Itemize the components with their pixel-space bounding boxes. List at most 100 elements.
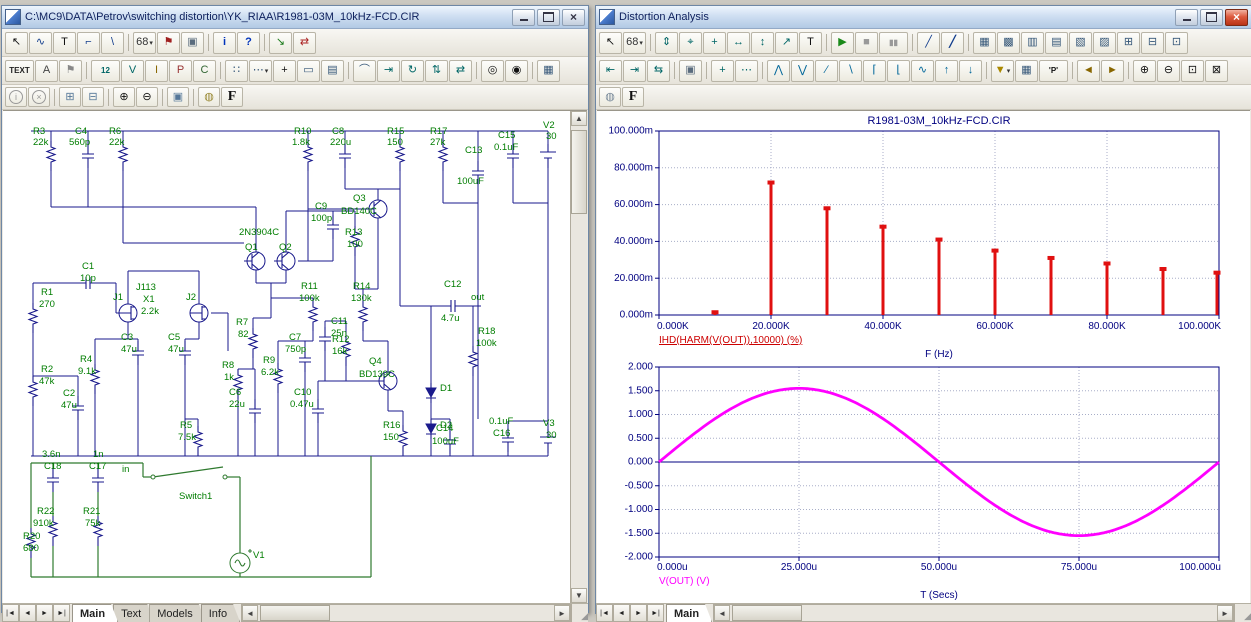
point-tag-icon[interactable]: + (703, 32, 726, 54)
copy-schematic-icon[interactable]: ⊟ (82, 87, 104, 107)
high-icon[interactable]: ⌈ (863, 60, 886, 82)
copy-picture-icon[interactable]: ⊞ (59, 87, 81, 107)
repeat-find-icon[interactable]: ◉ (505, 60, 528, 82)
tab-scroll-last-button[interactable]: ►| (647, 604, 664, 622)
global-high-icon[interactable]: ↑ (935, 60, 958, 82)
scroll-left-icon[interactable]: ◄ (242, 605, 258, 621)
tab-scroll-first-button[interactable]: |◄ (2, 604, 19, 622)
font-icon[interactable]: F (622, 87, 644, 107)
slide-parts-icon[interactable]: ⇥ (377, 60, 400, 82)
slope-up-icon[interactable]: ∕ (815, 60, 838, 82)
flip-vertical-icon[interactable]: ⇅ (425, 60, 448, 82)
tab-scroll-prev-button[interactable]: ◄ (19, 604, 36, 622)
grid-display-icon[interactable]: ⋯▾ (249, 60, 272, 82)
waveform-buffer-icon[interactable]: ▼▾ (991, 60, 1014, 82)
pin-connections-icon[interactable]: ∷ (225, 60, 248, 82)
cursor-mode-icon[interactable]: ⌖ (679, 32, 702, 54)
flag-display-icon[interactable]: ⚑ (59, 60, 82, 82)
picture-mode-icon[interactable]: ▣ (181, 32, 204, 54)
scroll-up-icon[interactable]: ▲ (571, 111, 587, 126)
graphics-mode-icon[interactable]: 68▾ (623, 32, 646, 54)
analysis-charts[interactable]: R1981-03M_10kHz-FCD.CIR100.000m80.000m60… (597, 111, 1250, 601)
performance-tag-icon[interactable]: ↗ (775, 32, 798, 54)
tab-scroll-next-button[interactable]: ► (36, 604, 53, 622)
zoom-window-icon[interactable]: ⊡ (1181, 60, 1204, 82)
tab-main[interactable]: Main (72, 604, 118, 622)
orthogonal-wire-icon[interactable]: ⌐ (77, 32, 100, 54)
horizontal-grids-icon[interactable]: ▧ (1069, 32, 1092, 54)
schematic-window-titlebar[interactable]: C:\MC9\DATA\Petrov\switching distortion\… (2, 6, 588, 29)
maximize-button[interactable] (1200, 9, 1223, 26)
numeric-output-icon[interactable]: ▦ (1015, 60, 1038, 82)
low-icon[interactable]: ⌊ (887, 60, 910, 82)
thumbnail-plot-icon[interactable]: ▣ (679, 60, 702, 82)
maximize-button[interactable] (537, 9, 560, 26)
diagonal-wire-icon[interactable]: \ (101, 32, 124, 54)
minimize-button[interactable] (512, 9, 535, 26)
close-button[interactable]: × (562, 9, 585, 26)
vertical-scroll-track[interactable] (571, 126, 587, 588)
horizontal-scroll-track[interactable] (258, 605, 554, 621)
horizontal-scroll-thumb[interactable] (260, 605, 330, 621)
schematic-horizontal-scrollbar[interactable]: ◄ ► (241, 604, 571, 622)
node-numbers-icon[interactable]: 12 (91, 60, 120, 82)
flip-horizontal-icon[interactable]: ⇄ (449, 60, 472, 82)
thick-line-icon[interactable]: ╱ (941, 32, 964, 54)
vertical-tag-icon[interactable]: ↕ (751, 32, 774, 54)
select-mode-icon[interactable]: ↖ (5, 32, 28, 54)
minor-log-grids-icon[interactable]: ⊞ (1117, 32, 1140, 54)
tab-scroll-next-button[interactable]: ► (630, 604, 647, 622)
tab-info[interactable]: Info (201, 604, 240, 622)
scale-mode-icon[interactable]: ⇕ (655, 32, 678, 54)
run-icon[interactable]: ▶ (831, 32, 854, 54)
next-data-point-icon[interactable]: + (711, 60, 734, 82)
solid-line-icon[interactable]: ╱ (917, 32, 940, 54)
power-display-icon[interactable]: P (169, 60, 192, 82)
vertical-grids-icon[interactable]: ▨ (1093, 32, 1116, 54)
zoom-out-icon[interactable]: ⊖ (1157, 60, 1180, 82)
horizontal-tag-icon[interactable]: ↔ (727, 32, 750, 54)
tab-scroll-last-button[interactable]: ►| (53, 604, 70, 622)
baseline-display-icon[interactable]: ⊟ (1141, 32, 1164, 54)
select-mode-icon[interactable]: ↖ (599, 32, 622, 54)
node-voltages-icon[interactable]: V (121, 60, 144, 82)
text-mode-icon[interactable]: T (53, 32, 76, 54)
zoom-in-icon[interactable]: ⊕ (113, 87, 135, 107)
tab-models[interactable]: Models (149, 604, 205, 622)
horizontal-scroll-track[interactable] (730, 605, 1217, 621)
find-icon[interactable]: ◎ (481, 60, 504, 82)
tab-scroll-prev-button[interactable]: ◄ (613, 604, 630, 622)
point-to-end-paths-icon[interactable]: ↘ (269, 32, 292, 54)
info-page-icon[interactable]: i (5, 87, 27, 107)
help-mode-icon[interactable]: ? (237, 32, 260, 54)
minimize-button[interactable] (1175, 9, 1198, 26)
scroll-right-icon[interactable]: ► (1217, 605, 1233, 621)
border-display-icon[interactable]: ▭ (297, 60, 320, 82)
rotate-icon[interactable]: ↻ (401, 60, 424, 82)
text-display-icon[interactable]: TEXT (5, 60, 34, 82)
info-mode-icon[interactable]: i (213, 32, 236, 54)
schematic-vertical-scrollbar[interactable]: ▲ ▼ (570, 111, 587, 603)
analysis-window-titlebar[interactable]: Distortion Analysis × (596, 6, 1251, 29)
schematic-canvas[interactable]: R322kC4560pR622kR101.8kC8220uR15150R1727… (3, 111, 571, 602)
component-list-icon[interactable]: 68▾ (133, 32, 156, 54)
horizontal-axis-icon[interactable]: ⊡ (1165, 32, 1188, 54)
condition-display-icon[interactable]: C (193, 60, 216, 82)
global-low-icon[interactable]: ↓ (959, 60, 982, 82)
current-display-icon[interactable]: I (145, 60, 168, 82)
tab-scroll-first-button[interactable]: |◄ (596, 604, 613, 622)
tab-main[interactable]: Main (666, 604, 712, 622)
title-block-icon[interactable]: ▤ (321, 60, 344, 82)
plus-marks-icon[interactable]: ▤ (1045, 32, 1068, 54)
peak-icon[interactable]: ⋀ (767, 60, 790, 82)
data-points-icon[interactable]: ▦ (973, 32, 996, 54)
zoom-in-icon[interactable]: ⊕ (1133, 60, 1156, 82)
vertical-scroll-thumb[interactable] (571, 130, 587, 214)
analysis-horizontal-scrollbar[interactable]: ◄ ► (713, 604, 1234, 622)
slope-down-icon[interactable]: ∖ (839, 60, 862, 82)
browser-icon[interactable]: ◍ (198, 87, 220, 107)
tag-left-icon[interactable]: ◄ (1077, 60, 1100, 82)
tag-right-icon[interactable]: ► (1101, 60, 1124, 82)
scroll-left-icon[interactable]: ◄ (714, 605, 730, 621)
help-page-icon[interactable]: × (28, 87, 50, 107)
